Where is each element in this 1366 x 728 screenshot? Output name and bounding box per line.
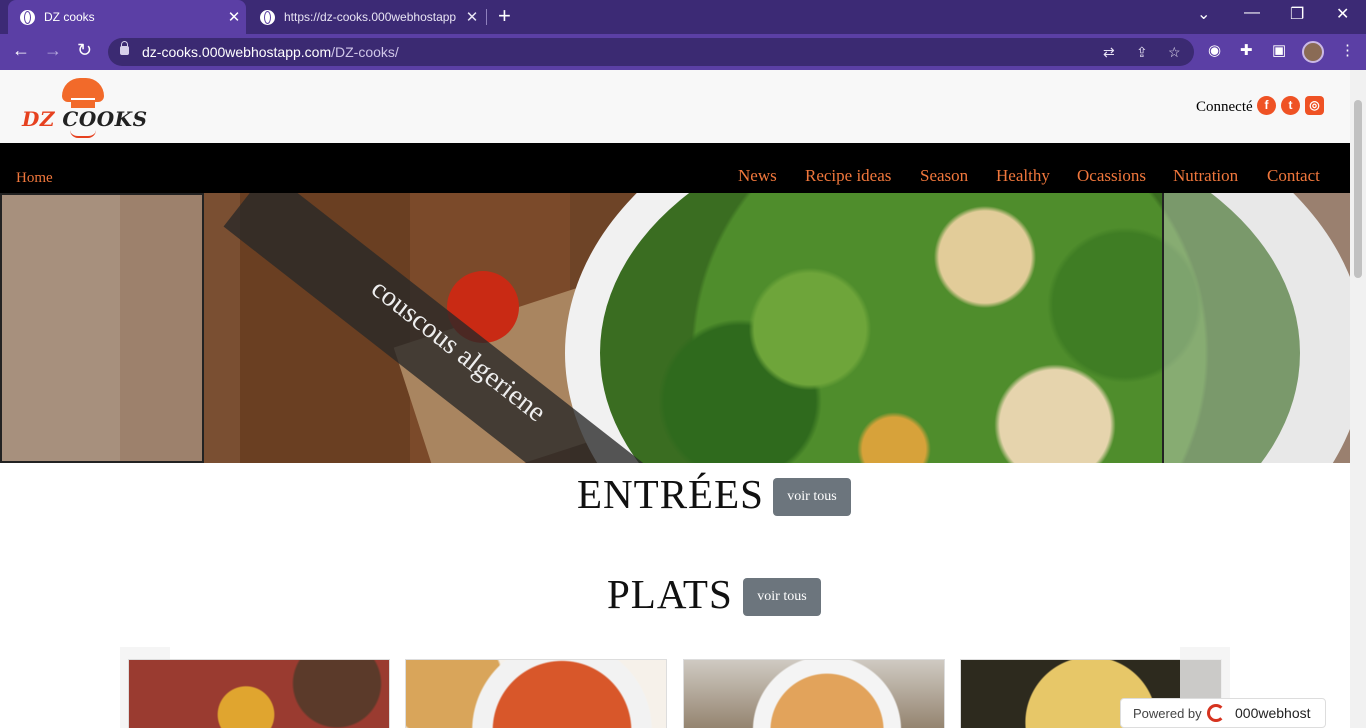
nav-nutration[interactable]: Nutration <box>1173 166 1238 186</box>
tab-title: https://dz-cooks.000webhostapp <box>284 10 457 24</box>
minimize-button[interactable]: — <box>1244 4 1260 22</box>
close-tab-icon[interactable]: ✕ <box>222 8 246 26</box>
browser-toolbar: ← → ↻ dz-cooks.000webhostapp.com/DZ-cook… <box>0 34 1366 70</box>
plat-card[interactable] <box>405 659 667 728</box>
tajine-image <box>129 660 389 728</box>
section-title-entrees: ENTRÉES <box>577 471 764 517</box>
url-text[interactable]: dz-cooks.000webhostapp.com/DZ-cooks/ <box>142 44 399 60</box>
kebab-menu-icon[interactable]: ⋮ <box>1340 41 1355 59</box>
puzzle-icon[interactable]: ✚ <box>1240 41 1253 59</box>
connect-link[interactable]: Connecté <box>1196 99 1253 116</box>
reload-icon[interactable]: ↻ <box>77 40 92 61</box>
soup-image <box>406 660 666 728</box>
tab-title: DZ cooks <box>44 10 95 24</box>
forward-arrow-icon[interactable]: → <box>44 40 62 61</box>
tab-search-icon[interactable]: ⌄ <box>1197 4 1210 24</box>
logo-swoosh <box>70 130 96 138</box>
nav-healthy[interactable]: Healthy <box>996 166 1050 186</box>
plat-card[interactable] <box>128 659 390 728</box>
url-path: /DZ-cooks/ <box>331 44 399 60</box>
main-nav: Home News Recipe ideas Season Healthy Oc… <box>0 143 1350 193</box>
plat-card[interactable] <box>683 659 945 728</box>
000webhost-logo-icon <box>1207 704 1225 722</box>
star-icon[interactable]: ☆ <box>1168 44 1181 61</box>
new-tab-button[interactable]: + <box>498 3 511 29</box>
nav-ocassions[interactable]: Ocassions <box>1077 166 1146 186</box>
chef-hat-icon <box>62 78 104 108</box>
gratin-image <box>684 660 944 728</box>
powered-label: Powered by <box>1133 706 1202 721</box>
extension-g-icon[interactable]: ◉ <box>1208 41 1221 59</box>
brand-label: 000webhost <box>1235 705 1311 721</box>
browser-tab-bar: DZ cooks ✕ https://dz-cooks.000webhostap… <box>0 0 1366 34</box>
dz-cooks-logo[interactable]: DZ COOKS <box>22 78 147 140</box>
section-title-plats: PLATS <box>607 571 733 617</box>
entrees-voir-tous-button[interactable]: voir tous <box>773 478 851 516</box>
lock-icon[interactable] <box>120 41 129 55</box>
globe-icon <box>260 9 275 25</box>
twitter-icon[interactable]: t <box>1281 96 1300 115</box>
tab-dz-cooks[interactable]: DZ cooks ✕ <box>8 0 246 34</box>
share-icon[interactable]: ⇪ <box>1136 44 1148 61</box>
instagram-icon[interactable]: ◎ <box>1305 96 1324 115</box>
powered-by-badge[interactable]: Powered by 000webhost <box>1120 698 1326 728</box>
logo-cooks: COOKS <box>62 107 148 131</box>
nav-home[interactable]: Home <box>16 170 53 187</box>
translate-icon[interactable]: ⇄ <box>1103 44 1115 61</box>
logo-wordmark: DZ COOKS <box>22 107 148 131</box>
nav-contact[interactable]: Contact <box>1267 166 1320 186</box>
carousel-prev-panel[interactable] <box>0 193 204 463</box>
nav-news[interactable]: News <box>738 166 777 186</box>
nav-season[interactable]: Season <box>920 166 968 186</box>
restore-button[interactable]: ❐ <box>1290 4 1304 24</box>
profile-avatar[interactable] <box>1302 41 1324 63</box>
plats-voir-tous-button[interactable]: voir tous <box>743 578 821 616</box>
scrollbar-thumb[interactable] <box>1354 100 1362 278</box>
close-tab-icon[interactable]: ✕ <box>460 8 484 26</box>
url-host: dz-cooks.000webhostapp.com <box>142 44 332 60</box>
address-bar[interactable]: dz-cooks.000webhostapp.com/DZ-cooks/ ⇄ ⇪… <box>108 38 1194 66</box>
carousel-next-panel[interactable] <box>1162 193 1350 463</box>
back-arrow-icon[interactable]: ← <box>12 40 30 61</box>
facebook-icon[interactable]: f <box>1257 96 1276 115</box>
site-header: DZ COOKS Connecté f t ◎ <box>0 70 1350 143</box>
web-page: DZ COOKS Connecté f t ◎ Home News Recipe… <box>0 70 1350 728</box>
side-panel-icon[interactable]: ▣ <box>1272 41 1286 59</box>
close-window-button[interactable]: ✕ <box>1336 4 1349 24</box>
globe-icon <box>20 9 35 25</box>
tab-separator <box>486 9 487 25</box>
hero-carousel[interactable]: couscous algeriene <box>0 193 1350 463</box>
page-scrollbar[interactable] <box>1350 70 1366 728</box>
nav-recipe-ideas[interactable]: Recipe ideas <box>805 166 891 186</box>
logo-dz: DZ <box>22 107 55 131</box>
tab-webhost[interactable]: https://dz-cooks.000webhostapp ✕ <box>248 0 484 34</box>
